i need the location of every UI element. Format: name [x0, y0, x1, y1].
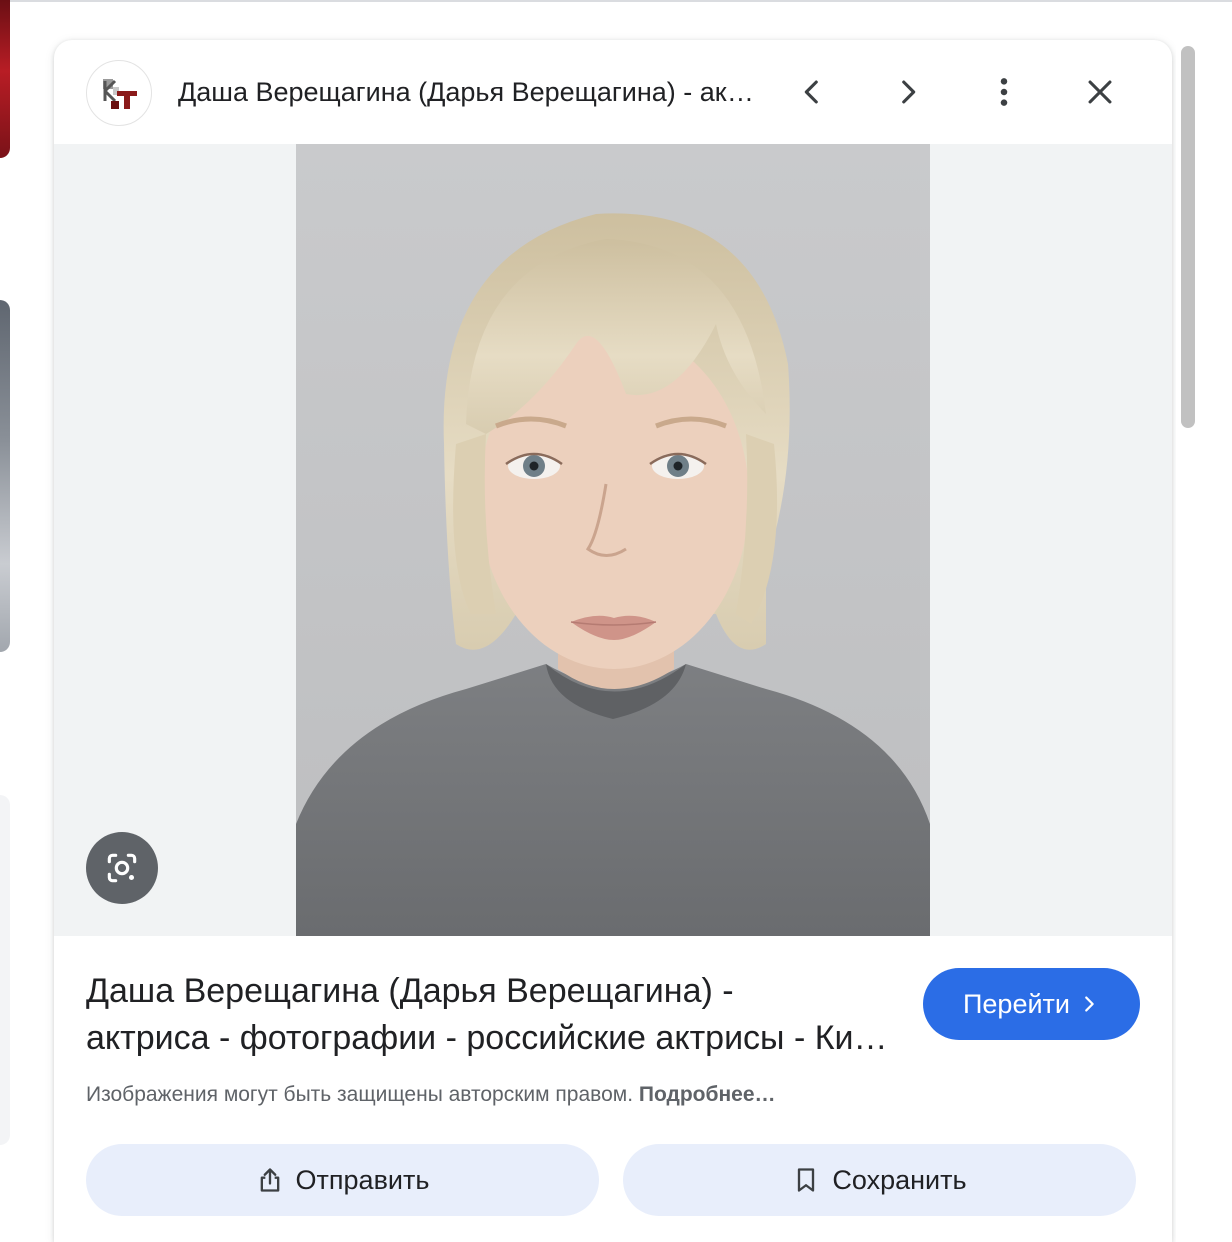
chevron-right-icon [902, 80, 916, 104]
kt-site-logo-icon [103, 79, 137, 109]
copyright-text: Изображения могут быть защищены авторски… [86, 1083, 634, 1106]
learn-more-link[interactable]: Подробнее… [639, 1083, 776, 1106]
result-title-line-2[interactable]: актриса - фотографии - российские актрис… [86, 1015, 906, 1062]
previous-image-button[interactable] [784, 64, 840, 120]
close-button[interactable] [1072, 64, 1128, 120]
google-lens-icon [107, 853, 137, 883]
result-title[interactable]: Даша Верещагина (Дарья Верещагина) - акт… [86, 968, 906, 1062]
bookmark-icon [798, 1168, 815, 1192]
preview-header-title[interactable]: Даша Верещагина (Дарья Верещагина) - акт… [178, 75, 758, 109]
next-image-button[interactable] [880, 64, 936, 120]
google-lens-button[interactable] [86, 832, 158, 904]
site-favicon[interactable] [86, 60, 152, 126]
preview-photo[interactable] [296, 144, 930, 936]
save-button[interactable]: Сохранить [623, 1144, 1136, 1216]
chevron-right-icon [1085, 996, 1094, 1012]
share-button-label: Отправить [295, 1164, 430, 1195]
portrait-image [296, 144, 930, 936]
more-options-button[interactable] [976, 64, 1032, 120]
scrollbar-thumb[interactable] [1181, 46, 1195, 428]
visit-button-label: Перейти [963, 988, 1070, 1019]
more-vert-icon [1000, 78, 1008, 106]
close-icon [1088, 80, 1112, 104]
image-preview-panel: Даша Верещагина (Дарья Верещагина) - акт… [54, 40, 1172, 1242]
image-viewer [54, 144, 1172, 936]
save-button-label: Сохранить [832, 1164, 967, 1195]
share-icon [260, 1168, 279, 1192]
copyright-notice: Изображения могут быть защищены авторски… [86, 1083, 776, 1107]
top-border [0, 0, 1232, 2]
background-thumbnail[interactable] [0, 0, 10, 158]
result-title-line-1[interactable]: Даша Верещагина (Дарья Верещагина) - [86, 968, 906, 1015]
background-thumbnail[interactable] [0, 795, 10, 1145]
background-thumbnail[interactable] [0, 300, 10, 652]
visit-button[interactable]: Перейти [923, 968, 1140, 1040]
chevron-left-icon [804, 80, 818, 104]
share-button[interactable]: Отправить [86, 1144, 599, 1216]
